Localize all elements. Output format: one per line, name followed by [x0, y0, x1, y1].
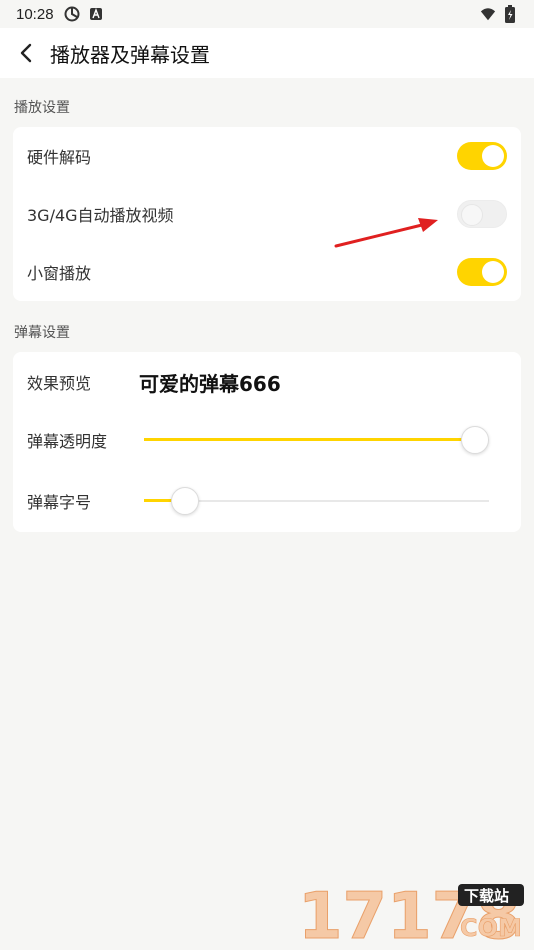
slider-thumb[interactable] — [461, 426, 489, 454]
danmaku-preview-text: 可爱的弹幕666 — [139, 372, 281, 396]
section-title-danmaku: 弹幕设置 — [14, 325, 70, 341]
setting-label: 3G/4G自动播放视频 — [27, 206, 174, 225]
page-title: 播放器及弹幕设置 — [50, 42, 210, 67]
back-button[interactable] — [14, 41, 38, 65]
watermark-logo-icon: 17178 下载站 COM — [298, 880, 524, 950]
setting-row-hardware-decoding: 硬件解码 — [13, 127, 521, 185]
opacity-slider[interactable] — [144, 425, 489, 455]
setting-row-preview: 效果预览 可爱的弹幕666 — [13, 352, 521, 412]
section-title-playback: 播放设置 — [14, 100, 70, 116]
site-watermark: 17178 下载站 COM — [298, 880, 528, 950]
setting-label: 弹幕字号 — [27, 493, 92, 512]
app-header: 播放器及弹幕设置 — [0, 28, 534, 78]
svg-text:COM: COM — [460, 914, 522, 942]
status-time: 10:28 — [16, 5, 54, 23]
battery-icon — [502, 5, 518, 23]
app-notification-icon — [88, 6, 104, 22]
slider-thumb[interactable] — [171, 487, 200, 515]
mini-window-toggle[interactable] — [457, 258, 507, 286]
setting-row-opacity: 弹幕透明度 — [13, 412, 521, 468]
annotation-arrow-icon — [334, 218, 438, 248]
font-size-slider[interactable] — [144, 486, 489, 516]
svg-text:下载站: 下载站 — [464, 887, 509, 905]
wifi-icon — [480, 6, 496, 22]
chevron-left-icon — [20, 43, 32, 63]
setting-label: 小窗播放 — [27, 264, 92, 283]
sync-icon — [64, 6, 80, 22]
setting-row-font-size: 弹幕字号 — [13, 470, 521, 532]
hardware-decoding-toggle[interactable] — [457, 142, 507, 170]
slider-fill — [144, 438, 475, 441]
danmaku-settings-card: 效果预览 可爱的弹幕666 弹幕透明度 弹幕字号 — [13, 352, 521, 532]
setting-label: 硬件解码 — [27, 148, 92, 167]
setting-label: 效果预览 — [27, 374, 92, 393]
mobile-autoplay-toggle[interactable] — [457, 200, 507, 228]
setting-label: 弹幕透明度 — [27, 432, 108, 451]
status-bar: 10:28 — [0, 0, 534, 28]
